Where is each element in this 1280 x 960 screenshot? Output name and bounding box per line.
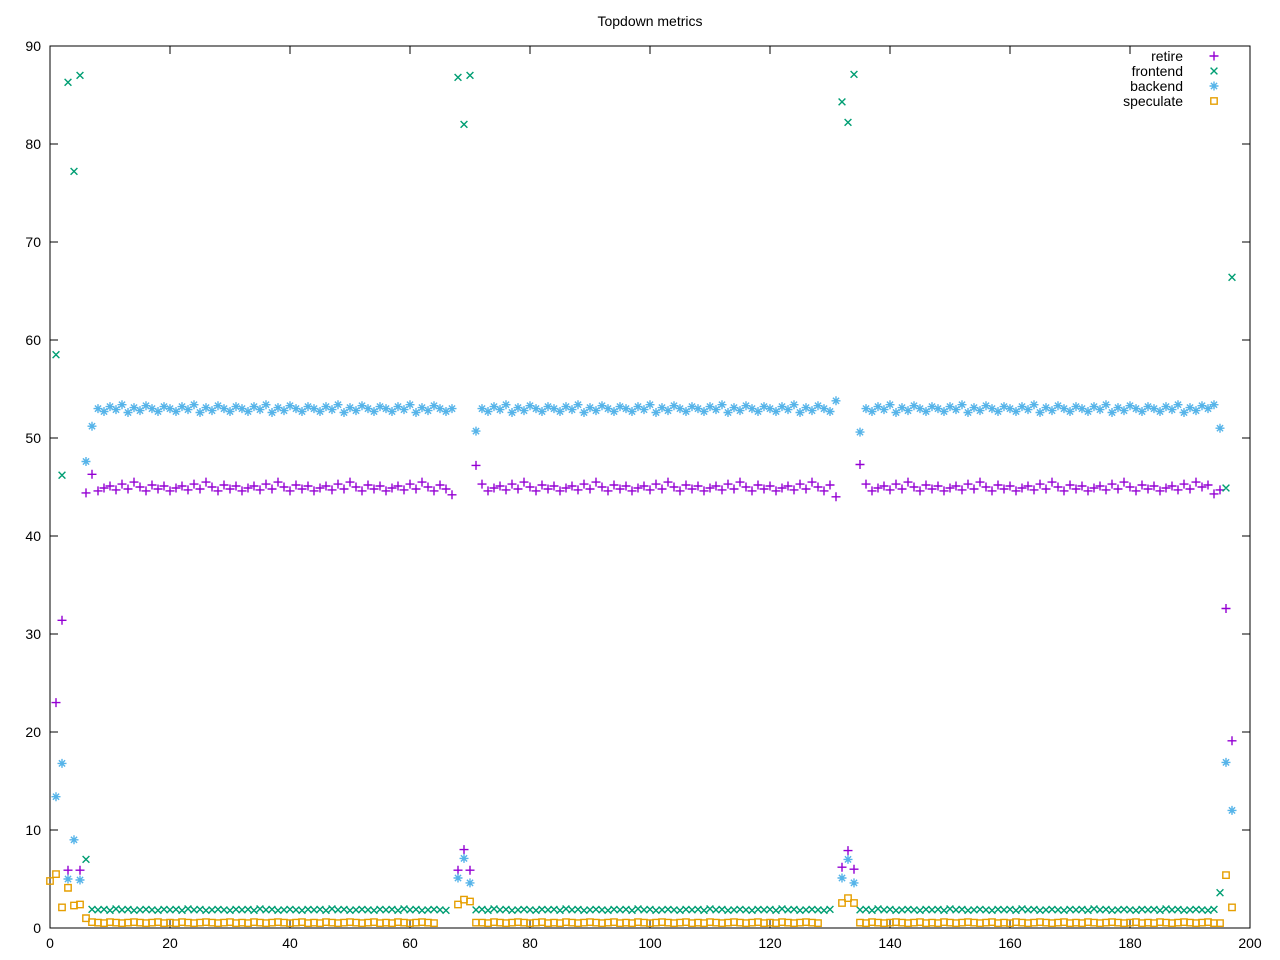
y-tick-label: 30 — [25, 626, 41, 642]
legend-item-retire: retire — [1151, 48, 1219, 64]
y-tick-label: 10 — [25, 822, 41, 838]
y-tick-label: 90 — [25, 38, 41, 54]
plot-frame: 0 20 40 60 80 100 120 140 160 180 200 0 10 20 30 40 50 60… — [25, 38, 1261, 951]
x-tick-label: 80 — [522, 935, 538, 951]
x-tick-label: 200 — [1238, 935, 1262, 951]
chart-area: Topdown metrics 0 20 40 60 80 100 120 140 160 180… — [0, 0, 1280, 960]
series-backend — [51, 396, 1237, 888]
x-tick-label: 40 — [282, 935, 298, 951]
y-tick-label: 0 — [33, 920, 41, 936]
y-tick-label: 40 — [25, 528, 41, 544]
x-tick-label: 0 — [46, 935, 54, 951]
y-tick-label: 20 — [25, 724, 41, 740]
legend-label-frontend: frontend — [1132, 63, 1183, 79]
legend-label-retire: retire — [1151, 48, 1183, 64]
chart-title: Topdown metrics — [597, 13, 702, 29]
legend-item-frontend: frontend — [1132, 63, 1218, 79]
legend-label-speculate: speculate — [1123, 93, 1183, 109]
y-tick-label: 80 — [25, 136, 41, 152]
x-tick-label: 140 — [878, 935, 902, 951]
series-speculate — [46, 870, 1236, 927]
x-tick-label: 120 — [758, 935, 782, 951]
plot-points — [46, 70, 1237, 927]
y-tick-label: 60 — [25, 332, 41, 348]
y-tick-label: 70 — [25, 234, 41, 250]
x-tick-label: 20 — [162, 935, 178, 951]
legend: retirefrontendbackendspeculate — [1123, 48, 1219, 109]
series-retire — [51, 460, 1237, 875]
legend-item-speculate: speculate — [1123, 93, 1218, 109]
x-tick-label: 60 — [402, 935, 418, 951]
legend-marker-cross-icon — [1210, 67, 1218, 75]
legend-marker-plus-icon — [1209, 51, 1219, 61]
topdown-metrics-chart: Topdown metrics 0 20 40 60 80 100 120 140 160 180… — [25, 13, 1261, 951]
x-tick-label: 160 — [998, 935, 1022, 951]
legend-item-backend: backend — [1130, 78, 1219, 94]
x-tick-label: 180 — [1118, 935, 1142, 951]
legend-label-backend: backend — [1130, 78, 1183, 94]
y-tick-label: 50 — [25, 430, 41, 446]
legend-marker-asterisk-icon — [1209, 81, 1219, 91]
x-tick-label: 100 — [638, 935, 662, 951]
legend-marker-square-icon — [1210, 97, 1218, 105]
